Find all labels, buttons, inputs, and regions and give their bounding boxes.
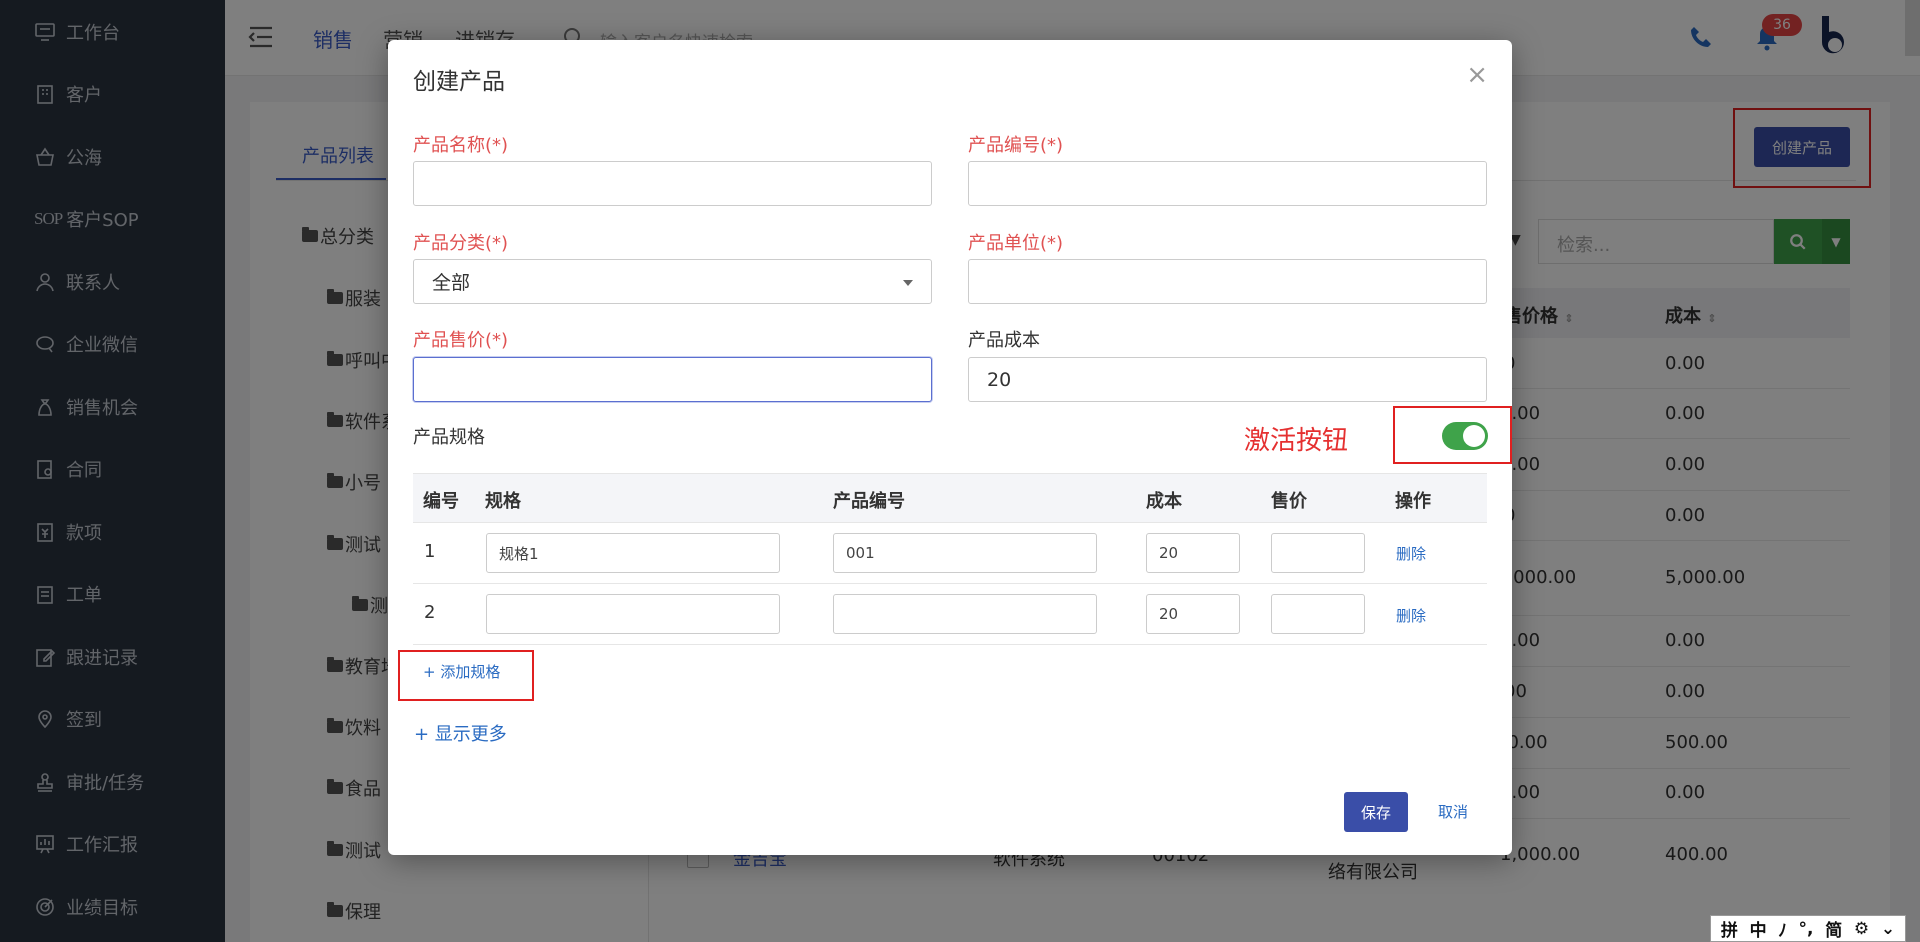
product-name-label: 产品名称(*): [413, 135, 509, 156]
ime-moon-icon[interactable]: ﾉ: [1778, 916, 1787, 941]
show-more-link[interactable]: + 显示更多: [414, 720, 507, 746]
cancel-button[interactable]: 取消: [1438, 801, 1468, 822]
spec-table-header: [413, 473, 1487, 523]
column-header: 成本: [1146, 491, 1182, 512]
column-header: 编号: [423, 491, 459, 512]
annotation-box: [1393, 406, 1512, 464]
spec-price-input[interactable]: [1271, 594, 1365, 634]
column-header: 操作: [1395, 491, 1431, 512]
product-cost-input[interactable]: 20: [968, 357, 1487, 402]
delete-spec-link[interactable]: 删除: [1396, 605, 1426, 626]
spec-row-number: 1: [424, 541, 436, 562]
ime-punct-icon[interactable]: °,: [1799, 919, 1814, 939]
annotation-box: [398, 650, 534, 701]
product-unit-label: 产品单位(*): [968, 233, 1064, 254]
spec-name-input[interactable]: [486, 594, 780, 634]
save-button[interactable]: 保存: [1344, 792, 1408, 832]
spec-price-input[interactable]: [1271, 533, 1365, 573]
ime-settings-icon[interactable]: ⚙: [1854, 919, 1869, 939]
spec-name-input[interactable]: 规格1: [486, 533, 780, 573]
activate-annotation: 激活按钮: [1244, 426, 1349, 456]
column-header: 产品编号: [833, 491, 905, 512]
delete-spec-link[interactable]: 删除: [1396, 543, 1426, 564]
product-cost-label: 产品成本: [968, 330, 1040, 351]
divider: [413, 583, 1487, 584]
product-price-input[interactable]: [413, 357, 932, 402]
product-name-input[interactable]: [413, 161, 932, 206]
column-header: 规格: [485, 491, 521, 512]
spec-row-number: 2: [424, 602, 436, 623]
spec-cost-input[interactable]: 20: [1146, 594, 1240, 634]
ime-more-icon[interactable]: ⌄: [1881, 919, 1895, 939]
spec-code-input[interactable]: 001: [833, 533, 1097, 573]
ime-toolbar: 拼 中 ﾉ °, 简 ⚙ ⌄: [1710, 915, 1906, 942]
product-unit-input[interactable]: [968, 259, 1487, 304]
selected-value: 全部: [432, 272, 471, 294]
spec-code-input[interactable]: [833, 594, 1097, 634]
chevron-down-icon: [903, 280, 913, 286]
ime-simplified-icon[interactable]: 简: [1825, 916, 1842, 941]
modal-title: 创建产品: [413, 69, 505, 95]
column-header: 售价: [1271, 491, 1307, 512]
product-spec-label: 产品规格: [413, 427, 485, 448]
product-category-select[interactable]: 全部: [413, 259, 932, 304]
divider: [413, 644, 1487, 645]
close-icon[interactable]: ×: [1466, 60, 1488, 90]
spec-cost-input[interactable]: 20: [1146, 533, 1240, 573]
product-code-label: 产品编号(*): [968, 135, 1064, 156]
product-price-label: 产品售价(*): [413, 330, 509, 351]
ime-chinese-icon[interactable]: 中: [1750, 916, 1767, 941]
product-code-input[interactable]: [968, 161, 1487, 206]
create-product-modal: 创建产品 × 产品名称(*) 产品编号(*) 产品分类(*) 全部 产品单位(*…: [388, 40, 1512, 855]
ime-pinyin-icon[interactable]: 拼: [1721, 916, 1738, 941]
product-category-label: 产品分类(*): [413, 233, 509, 254]
